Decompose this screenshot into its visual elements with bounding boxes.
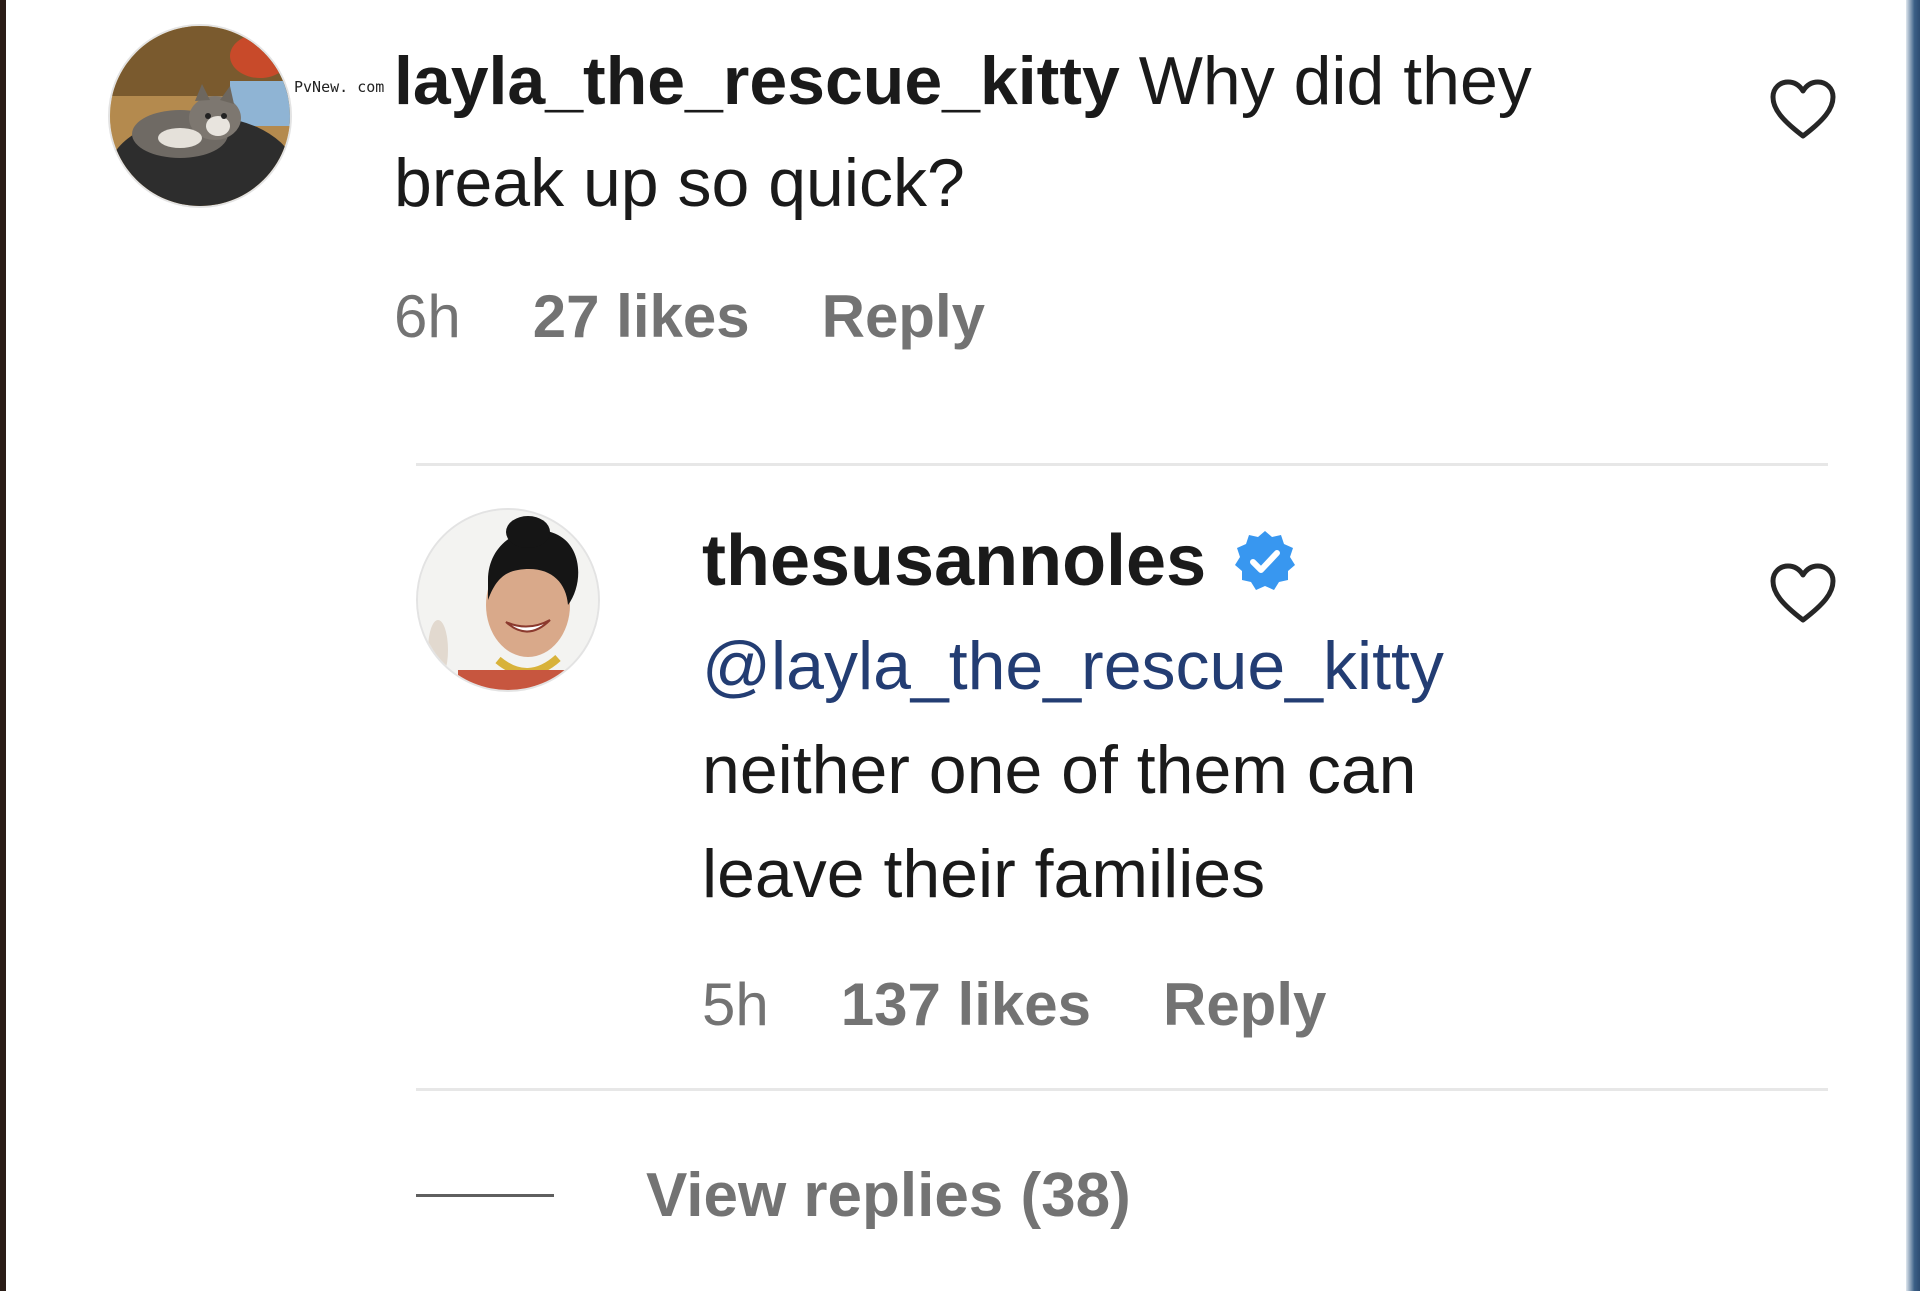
- reply-username[interactable]: thesusannoles: [702, 520, 1206, 602]
- reply-text-line-1: neither one of them can: [702, 732, 1417, 808]
- like-button[interactable]: [1768, 78, 1838, 140]
- reply-text-line-2: leave their families: [702, 836, 1266, 912]
- reply-likes-count[interactable]: 137 likes: [841, 970, 1091, 1039]
- comment-body: layla_the_rescue_kitty Why did they brea…: [394, 30, 1694, 234]
- heart-outline-icon: [1770, 563, 1836, 623]
- comment-username[interactable]: layla_the_rescue_kitty: [394, 43, 1120, 119]
- view-replies-label: View replies (38): [646, 1161, 1131, 1230]
- reply-header: thesusannoles: [702, 520, 1298, 602]
- divider: [416, 1088, 1828, 1091]
- comment-reply-button[interactable]: Reply: [822, 282, 985, 351]
- comment-timestamp: 6h: [394, 283, 461, 350]
- watermark-text: PvNew. com: [294, 78, 385, 96]
- commenter-avatar[interactable]: [108, 24, 292, 208]
- reply-timestamp: 5h: [702, 971, 769, 1038]
- view-replies-button[interactable]: View replies (38): [416, 1160, 1131, 1231]
- reply-like-button[interactable]: [1768, 562, 1838, 624]
- comment-meta: 6h 27 likes Reply: [394, 282, 985, 351]
- window-edge: [1906, 0, 1920, 1291]
- reply-reply-button[interactable]: Reply: [1163, 970, 1326, 1039]
- reply-mention-link[interactable]: @layla_the_rescue_kitty: [702, 614, 1752, 718]
- reply-avatar[interactable]: [416, 508, 600, 692]
- verified-badge-icon: [1235, 531, 1296, 590]
- comments-panel: PvNew. com layla_the_rescue_kitty Why di…: [6, 0, 1906, 1291]
- comment-likes-count[interactable]: 27 likes: [533, 282, 750, 351]
- reply-meta: 5h 137 likes Reply: [702, 970, 1326, 1039]
- view-replies-line: [416, 1194, 554, 1197]
- woman-avatar-image: [418, 510, 598, 690]
- reply-body: @layla_the_rescue_kitty neither one of t…: [702, 614, 1752, 926]
- heart-outline-icon: [1770, 79, 1836, 139]
- divider: [416, 463, 1828, 466]
- cat-avatar-image: [110, 26, 290, 206]
